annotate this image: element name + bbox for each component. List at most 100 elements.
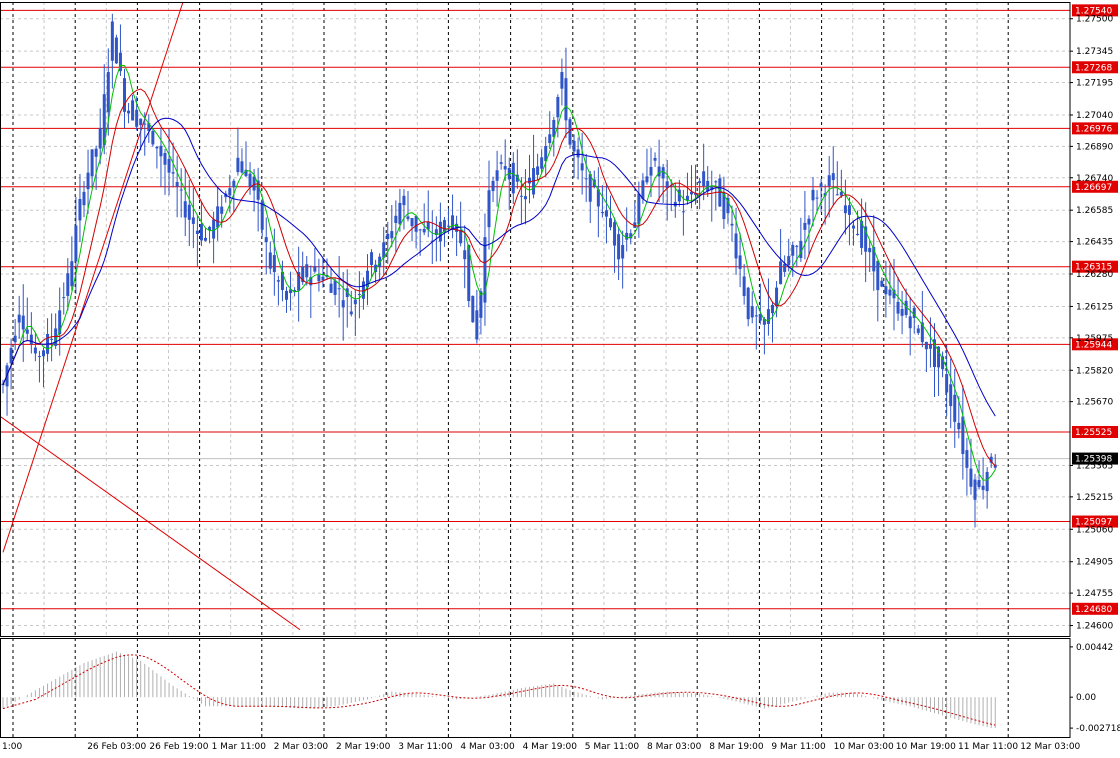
candle-body (459, 229, 463, 244)
candle-body (260, 201, 264, 230)
candle-body (240, 161, 244, 173)
y-tick-label: 1.26740 (1076, 174, 1113, 184)
x-tick-label: 5 Mar 11:00 (585, 742, 640, 752)
candle-body (163, 152, 167, 165)
y-tick-label: 1.26125 (1076, 302, 1113, 312)
candle-body (386, 233, 390, 240)
candle-body (900, 308, 904, 316)
candle-body (852, 225, 855, 229)
candle-body (528, 177, 531, 184)
x-tick-label: 2 Mar 19:00 (336, 742, 391, 752)
candle-body (232, 180, 236, 188)
candle-body (584, 178, 588, 180)
x-tick-label: 10 Mar 03:00 (834, 742, 894, 752)
candle-body (815, 197, 819, 199)
candle-body (702, 171, 706, 187)
candle-body (969, 468, 973, 487)
candle-body (657, 166, 661, 177)
price-chart[interactable]: 1.275401.272681.269761.266971.263151.259… (0, 0, 1120, 758)
candle-body (617, 234, 621, 260)
candle-body (491, 180, 495, 192)
candle-body (333, 280, 337, 295)
candle-body (220, 206, 224, 214)
candle-body (811, 189, 815, 201)
candle-body (896, 301, 900, 314)
y-tick-label: 1.27345 (1076, 47, 1113, 57)
candle-body (398, 202, 402, 225)
candle-body (98, 128, 102, 149)
candle-body (613, 222, 617, 246)
candle-body (143, 123, 147, 125)
candle-body (463, 250, 467, 260)
level-price-label: 1.24680 (1075, 605, 1112, 615)
candle-body (876, 261, 880, 291)
candle-body (884, 286, 888, 295)
candle-body (42, 350, 45, 357)
candle-body (953, 394, 957, 422)
candle-body (216, 206, 220, 228)
candle-body (171, 172, 175, 174)
candle-body (406, 216, 410, 220)
candle-body (268, 252, 272, 269)
y-tick-label: 1.24600 (1076, 622, 1113, 632)
candle-body (317, 274, 321, 282)
candle-body (742, 276, 746, 297)
candle-body (33, 347, 37, 354)
candle-body (66, 273, 70, 296)
candle-body (9, 348, 13, 364)
candle-body (771, 304, 774, 314)
candle-body (25, 329, 29, 334)
candle-body (766, 309, 770, 324)
candle-body (685, 195, 689, 201)
candle-body (402, 195, 406, 206)
candle-body (337, 288, 341, 290)
candle-body (977, 479, 981, 488)
candle-body (139, 118, 143, 126)
x-tick-label: 1:00 (2, 742, 22, 752)
candle-body (183, 201, 187, 218)
x-tick-label: 10 Mar 19:00 (896, 742, 956, 752)
y-tick-label: 1.25215 (1076, 493, 1113, 503)
x-tick-label: 1 Mar 11:00 (212, 742, 267, 752)
candle-body (985, 471, 989, 492)
candle-body (548, 134, 552, 144)
macd-tick-label: 0.00 (1076, 693, 1096, 703)
candle-body (191, 217, 195, 224)
candle-body (438, 221, 442, 242)
candle-body (924, 341, 928, 350)
candle-body (305, 264, 309, 278)
x-tick-label: 3 Mar 11:00 (398, 742, 453, 752)
y-tick-label: 1.27500 (1076, 15, 1113, 25)
candle-body (511, 162, 515, 194)
x-tick-label: 9 Mar 11:00 (771, 742, 826, 752)
candle-body (272, 255, 276, 273)
macd-tick-label: 0.00442 (1076, 643, 1113, 653)
y-tick-label: 1.26585 (1076, 206, 1113, 216)
candle-body (471, 295, 475, 323)
candle-body (167, 159, 171, 173)
candle-body (94, 148, 98, 157)
candle-body (908, 316, 912, 329)
candle-body (110, 21, 114, 61)
candle-body (248, 173, 252, 188)
candle-body (175, 182, 179, 187)
candle-body (540, 157, 544, 169)
candle-body (556, 96, 560, 118)
level-price-label: 1.26976 (1075, 124, 1112, 134)
candle-body (127, 110, 131, 114)
candle-body (21, 315, 25, 330)
candle-body (264, 237, 268, 243)
candle-body (519, 195, 523, 197)
candle-body (803, 222, 807, 230)
candle-body (795, 245, 799, 247)
y-tick-label: 1.24755 (1076, 589, 1113, 599)
candle-body (495, 170, 499, 181)
candle-body (604, 210, 608, 217)
x-tick-label: 8 Mar 03:00 (647, 742, 702, 752)
candle-body (681, 211, 685, 213)
candle-body (965, 450, 969, 468)
candle-body (204, 237, 207, 241)
candle-body (787, 256, 791, 266)
candle-body (916, 328, 920, 333)
candle-body (447, 225, 450, 227)
